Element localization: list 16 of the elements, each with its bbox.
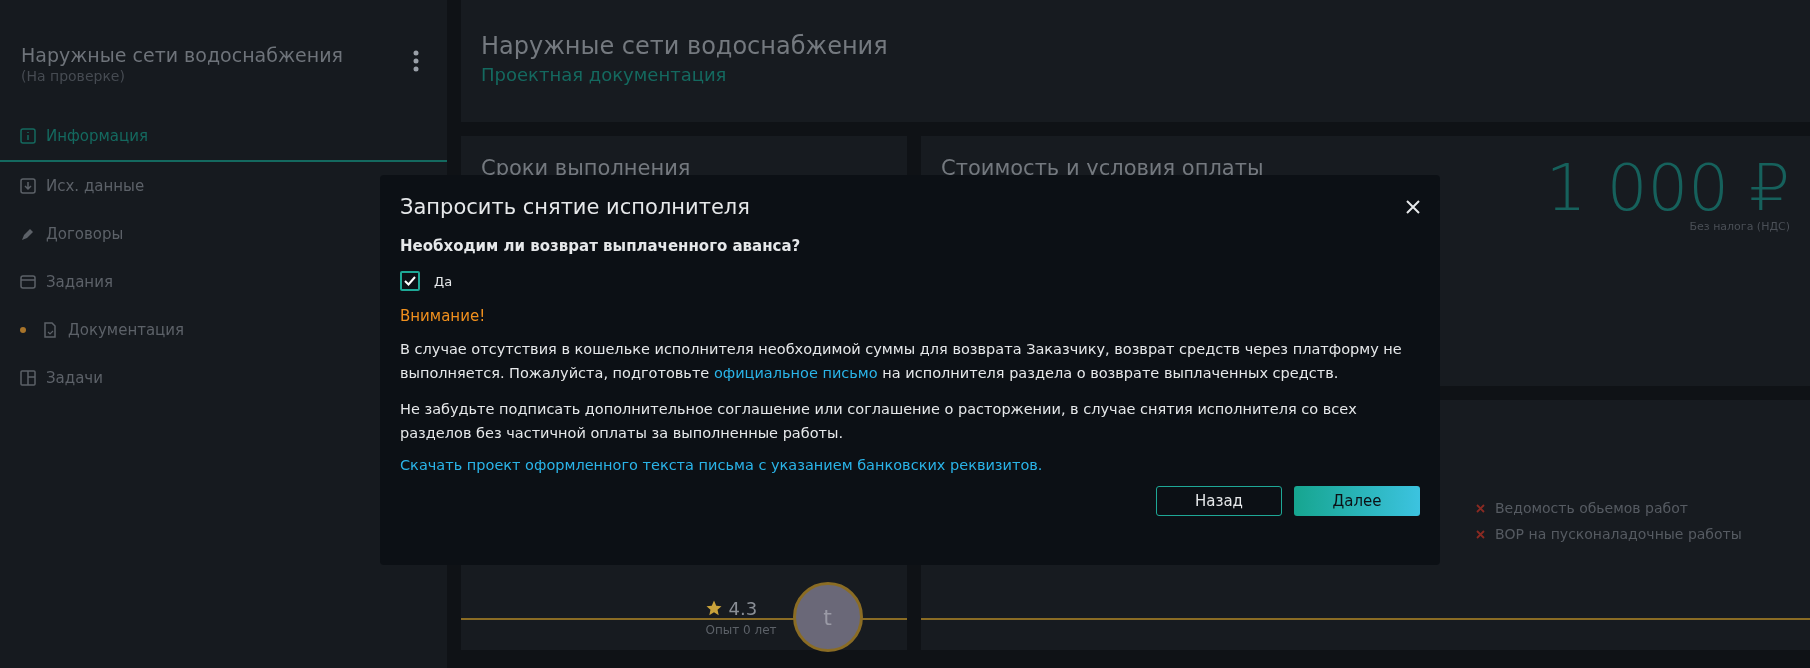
document-label: Ведомость обьемов работ (1495, 500, 1688, 516)
dialog-title: Запросить снятие исполнителя (400, 195, 750, 219)
card-title: Сроки выполнения (481, 156, 692, 180)
project-title: Наружные сети водоснабжения (21, 44, 343, 66)
warning-title: Внимание! (400, 307, 487, 325)
rating-value: 4.3 (728, 597, 758, 619)
experience-text: Опыт 0 лет (705, 622, 777, 637)
card-title: Стоимость и условия оплаты (941, 156, 1264, 180)
page-subtitle: Проектная документация (481, 64, 728, 85)
question-text: Необходим ли возврат выплаченного аванса? (400, 237, 802, 255)
cost-amount: 1 000 ₽ (1545, 156, 1790, 220)
checkbox-label: Да (434, 273, 453, 289)
warning-text: В случае отсутствия в кошельке исполнителя необходимой суммы для возврата Заказчику, возврат средств через платформу не выполняется. Пожалуйста, подготовьте официальное письмо на исполнителя раздела о возврате выплаченных средств. (400, 340, 1403, 383)
reminder-text: Не забудьте подписать дополнительное соглашение или соглашение о расторжении, в случае снятия исполнителя со всех разделов без частичной оплаты за выполненные работы. (400, 400, 1358, 443)
document-label: ВОР на пусконаладочные работы (1495, 526, 1742, 542)
page-title: Наружные сети водоснабжения (481, 32, 889, 60)
